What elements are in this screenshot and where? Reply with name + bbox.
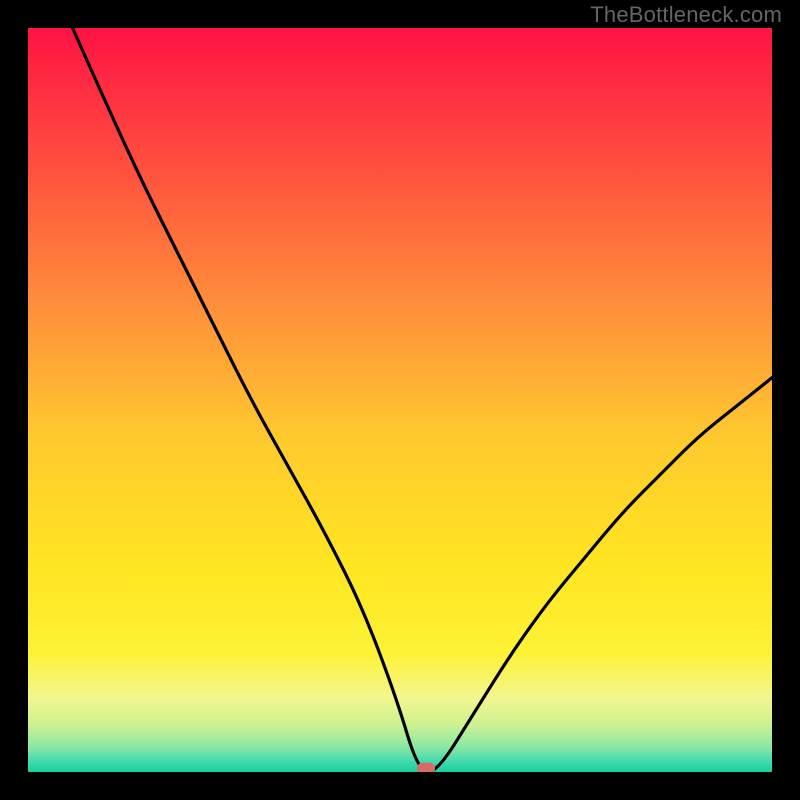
chart-frame: TheBottleneck.com — [0, 0, 800, 800]
gradient-background — [28, 28, 772, 772]
plot-area — [28, 28, 772, 772]
optimal-marker — [417, 763, 435, 772]
watermark-text: TheBottleneck.com — [590, 2, 782, 28]
chart-svg — [28, 28, 772, 772]
